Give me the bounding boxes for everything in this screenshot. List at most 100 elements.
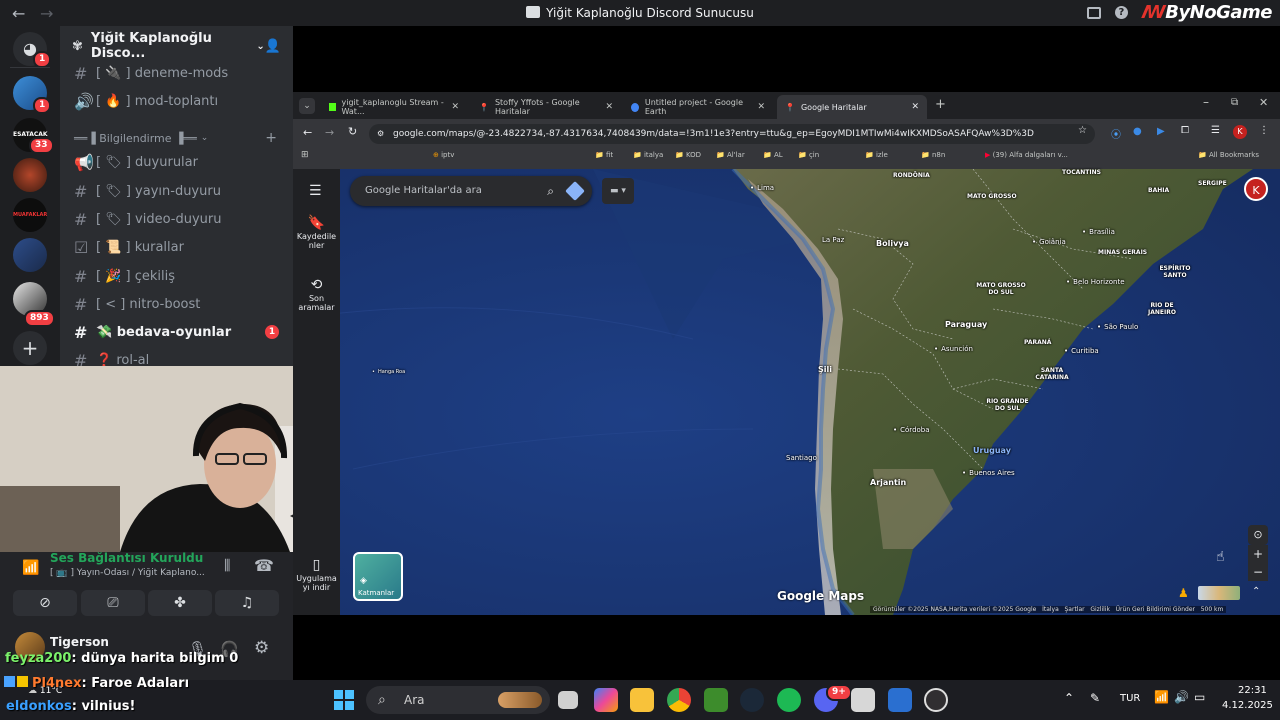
extension-icon[interactable]: ▶ <box>1157 126 1165 137</box>
minimize-icon[interactable]: – <box>1203 95 1209 109</box>
channel-mod-toplanti[interactable]: 🔊[ 🔥 ] mod-toplantı <box>60 88 293 114</box>
map-country-arjantin[interactable]: Arjantin <box>870 478 906 487</box>
bookmark-star-icon[interactable]: ☆ <box>1078 125 1087 136</box>
map-state-santa-catarina[interactable]: SANTA CATARINA <box>1032 367 1072 381</box>
extension-icon[interactable]: ● <box>1133 126 1142 137</box>
copilot-icon[interactable] <box>594 688 618 712</box>
wifi-icon[interactable]: 📶 <box>1154 690 1169 704</box>
map-state-mato-grosso[interactable]: MATO GROSSO <box>967 193 1017 200</box>
reload-icon[interactable]: ↻ <box>348 125 357 138</box>
expand-up-icon[interactable]: ⌃ <box>1252 586 1260 597</box>
get-app-button[interactable]: ▯ Uygulama yı indir <box>293 558 340 592</box>
map-country-sili[interactable]: Şili <box>818 365 832 374</box>
channel-video-duyuru[interactable]: #[ 🏷 ] video-duyuru <box>60 206 293 232</box>
address-bar[interactable]: ⚙ google.com/maps/@-23.4822734,-87.431763… <box>369 124 1095 144</box>
menu-kebab-icon[interactable]: ⋮ <box>1259 125 1269 136</box>
bookmark-cin[interactable]: 📁 çin <box>798 148 819 162</box>
layers-button[interactable]: ◈ Katmanlar <box>353 552 403 601</box>
close-tab-icon[interactable]: ✕ <box>757 102 765 112</box>
server-icon-5[interactable] <box>13 238 47 272</box>
camera-button[interactable]: ⊘ <box>13 590 77 616</box>
snipping-icon[interactable] <box>888 688 912 712</box>
map-city-asuncion[interactable]: Asunción <box>934 345 973 353</box>
close-window-icon[interactable]: ✕ <box>1259 96 1268 109</box>
maps-search-input[interactable]: Google Haritalar'da ara ⌕ <box>350 176 592 206</box>
zoom-out-button[interactable]: − <box>1248 563 1268 581</box>
tab-google-earth[interactable]: Untitled project - Google Earth ✕ <box>623 95 773 119</box>
channel-cekilis[interactable]: #[ 🎉 ] çekiliş <box>60 263 293 289</box>
server-icon-muafaklar[interactable]: MUAFAKLAR <box>13 198 47 232</box>
channel-deneme-mods[interactable]: #[ 🔌 ] deneme-mods <box>60 60 293 86</box>
bookmark-italya[interactable]: 📁 italya <box>633 148 663 162</box>
task-view-icon[interactable] <box>558 691 578 709</box>
map-country-uruguay[interactable]: Uruguay <box>973 446 1011 455</box>
tab-stoffy-maps[interactable]: 📍 Stoffy Yffots - Google Haritalar ✕ <box>471 95 621 119</box>
disconnect-icon[interactable]: ☎ <box>254 556 274 575</box>
map-state-espirito-santo[interactable]: ESPÍRITO SANTO <box>1155 265 1195 279</box>
add-channel-icon[interactable]: + <box>265 130 277 146</box>
map-city-lima[interactable]: Lima <box>750 184 774 192</box>
server-icon-3[interactable] <box>13 158 47 192</box>
activities-button[interactable]: ✤ <box>148 590 212 616</box>
voice-channel[interactable]: [ 📺 ] Yayın-Odası / Yiğit Kaplano... <box>50 568 205 578</box>
maximize-icon[interactable]: ⧉ <box>1231 97 1238 108</box>
map-city-santiago[interactable]: Santiago <box>786 454 817 462</box>
map-state-rondonia[interactable]: RONDÔNIA <box>893 172 930 179</box>
category-bilgilendirme[interactable]: ══▐ Bilgilendirme ▐══ ⌄ + <box>60 125 293 151</box>
voice-status[interactable]: Ses Bağlantısı Kuruldu <box>50 551 203 565</box>
soundboard-button[interactable]: ♫ <box>215 590 279 616</box>
chrome-icon[interactable] <box>667 688 691 712</box>
map-city-curitiba[interactable]: Curitiba <box>1064 347 1099 355</box>
bookmark-al[interactable]: 📁 AL <box>763 148 783 162</box>
bookmark-iptv[interactable]: ⊕ iptv <box>433 148 454 162</box>
map-city-brasilia[interactable]: Brasília <box>1082 228 1115 236</box>
bookmark-alfa[interactable]: ▶ (39) Alfa dalgaları v... <box>985 148 1068 162</box>
map-state-bahia[interactable]: BAHIA <box>1148 187 1169 194</box>
file-explorer-icon[interactable] <box>630 688 654 712</box>
close-tab-icon[interactable]: ✕ <box>911 102 919 112</box>
windows-start-icon[interactable] <box>334 690 354 710</box>
map-state-tocantins[interactable]: TOCANTINS <box>1062 169 1101 176</box>
my-location-button[interactable]: ⊙ <box>1248 525 1268 545</box>
spotify-icon[interactable] <box>777 688 801 712</box>
menu-hamburger-icon[interactable]: ☰ <box>309 183 322 199</box>
profile-avatar[interactable]: K <box>1233 125 1247 139</box>
map-state-mato-grosso-do-sul[interactable]: MATO GROSSO DO SUL <box>976 282 1026 296</box>
map-type-thumbnails[interactable] <box>1198 586 1240 600</box>
tab-google-haritalar[interactable]: 📍 Google Haritalar ✕ <box>777 95 927 119</box>
saved-button[interactable]: 🔖 Kaydedile nler <box>293 216 340 250</box>
all-bookmarks[interactable]: 📁 All Bookmarks <box>1198 148 1259 162</box>
map-city-buenos-aires[interactable]: Buenos Aires <box>962 469 1015 477</box>
map-state-parana[interactable]: PARANÁ <box>1024 339 1051 346</box>
map-city-goiania[interactable]: Goiânia <box>1032 238 1066 246</box>
tab-search-icon[interactable]: ⌄ <box>299 98 315 114</box>
game-icon[interactable] <box>851 688 875 712</box>
extension-icon[interactable]: ⦿ <box>1111 126 1121 141</box>
tab-kick-stream[interactable]: yigit_kaplanoglu Stream - Wat... ✕ <box>321 95 467 119</box>
battery-icon[interactable]: ▭ <box>1194 690 1205 704</box>
language-indicator[interactable]: TUR <box>1120 693 1140 704</box>
map-city-belo-horizonte[interactable]: Belo Horizonte <box>1066 278 1124 286</box>
map-city-sao-paulo[interactable]: São Paulo <box>1097 323 1138 331</box>
map-state-minas-gerais[interactable]: MINAS GERAIS <box>1098 249 1147 256</box>
map-footer[interactable]: Görüntüler ©2025 NASA,Harita verileri ©2… <box>870 606 1227 613</box>
bookmark-izle[interactable]: 📁 izle <box>865 148 888 162</box>
taskbar-search[interactable]: ⌕ Ara <box>366 686 550 714</box>
close-tab-icon[interactable]: ✕ <box>605 102 613 112</box>
category-dropdown[interactable]: ▬ ▾ <box>602 178 634 204</box>
channel-duyurular[interactable]: 📢[ 🏷 ] duyurular <box>60 149 293 175</box>
clock-time[interactable]: 22:31 <box>1238 685 1267 696</box>
obs-icon[interactable] <box>924 688 948 712</box>
recent-searches-button[interactable]: ⟲ Son aramalar <box>293 278 340 312</box>
steam-icon[interactable] <box>740 688 764 712</box>
noise-suppression-icon[interactable]: ⫼ <box>224 558 230 574</box>
chevron-up-icon[interactable]: ⌃ <box>1064 691 1074 705</box>
bookmark-kod[interactable]: 📁 KOD <box>675 148 701 162</box>
satellite-map[interactable] <box>293 169 1280 615</box>
map-city-la-paz[interactable]: La Paz <box>822 236 844 244</box>
zoom-in-button[interactable]: + <box>1248 545 1268 563</box>
map-state-sergipe[interactable]: SERGIPE <box>1198 180 1227 187</box>
channel-nitro-boost[interactable]: #[ < ] nitro-boost <box>60 291 293 317</box>
bookmark-allar[interactable]: 📁 Al'lar <box>716 148 745 162</box>
map-country-bolivya[interactable]: Bolivya <box>876 239 909 248</box>
